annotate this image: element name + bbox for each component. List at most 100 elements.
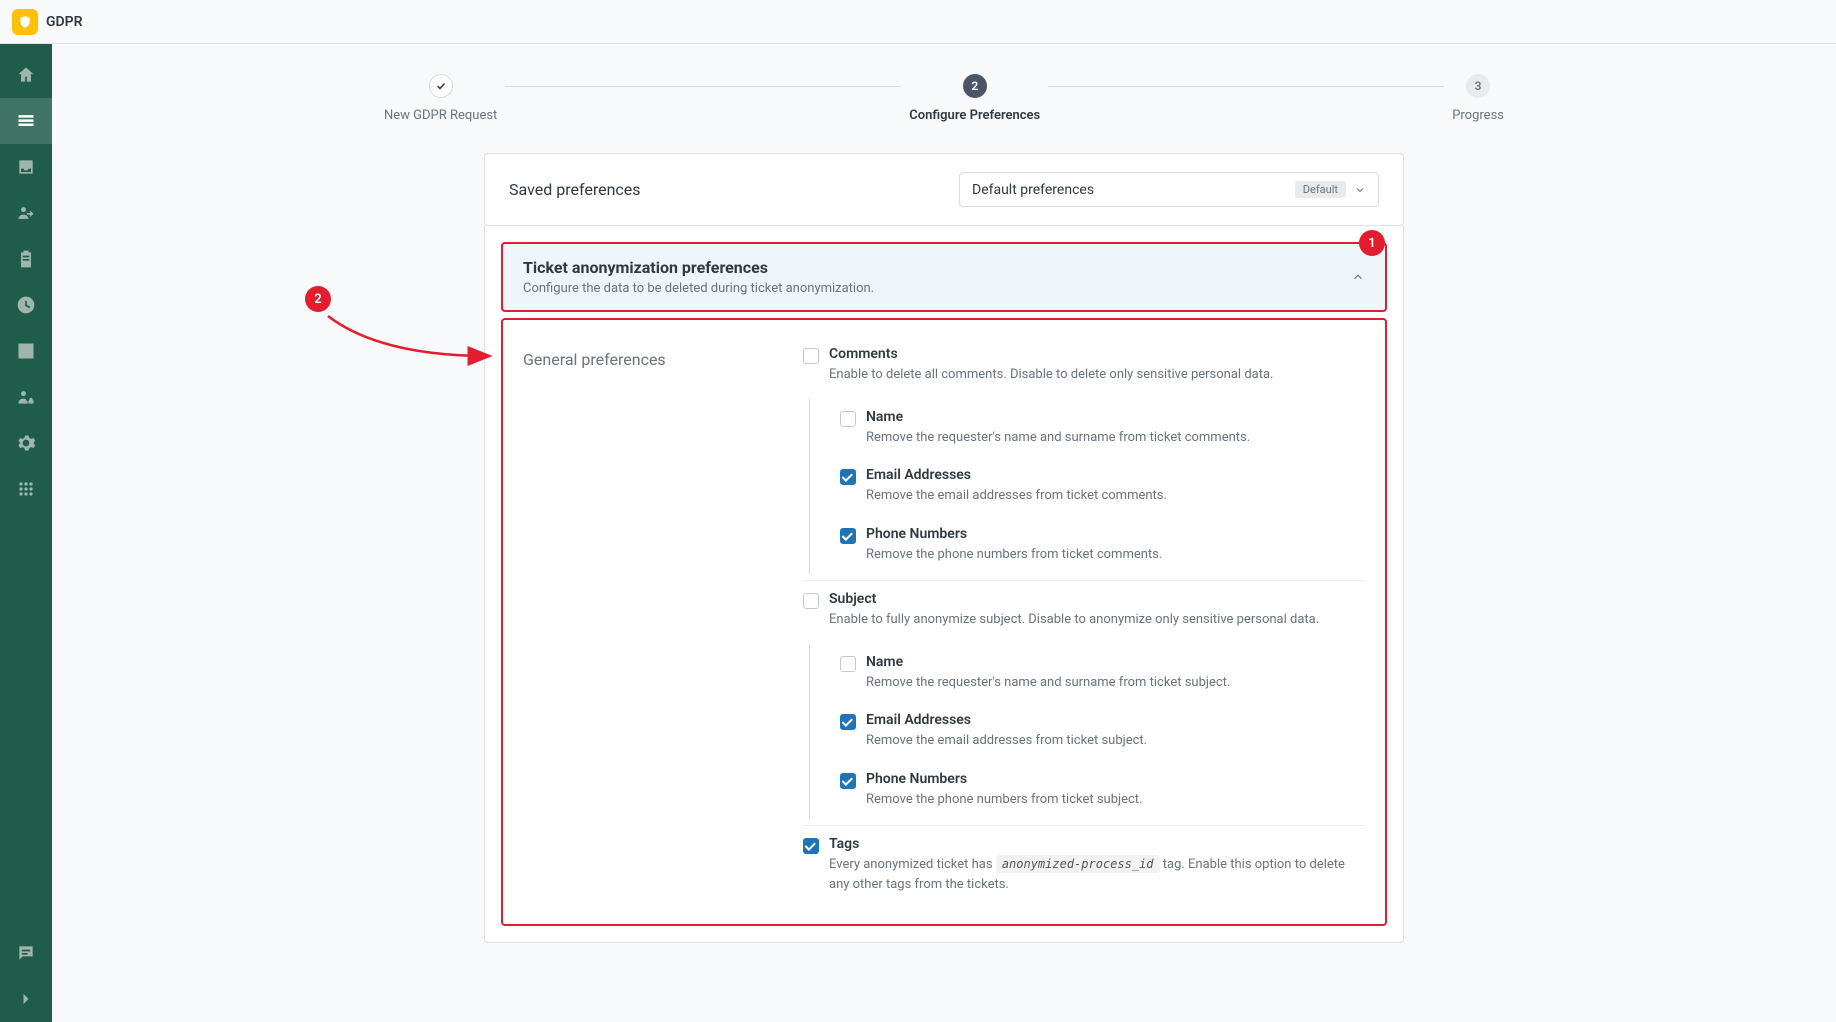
pref-subject-label: Subject <box>829 591 1365 607</box>
desc: Remove the requester's name and surname … <box>866 673 1365 693</box>
sidebar <box>0 44 52 1022</box>
desc: Remove the phone numbers from ticket com… <box>866 545 1365 565</box>
grid-icon <box>16 479 36 499</box>
general-prefs-title: General preferences <box>523 350 763 369</box>
pref-comments-phone: Phone Numbers Remove the phone numbers f… <box>840 516 1365 575</box>
tags-code: anonymized-process_id <box>996 855 1160 873</box>
pref-comments-name: Name Remove the requester's name and sur… <box>840 399 1365 458</box>
list-icon <box>16 111 36 131</box>
stepper: New GDPR Request 2 Configure Preferences… <box>384 64 1504 133</box>
pref-subject-phone: Phone Numbers Remove the phone numbers f… <box>840 761 1365 820</box>
checkbox-comments-email[interactable] <box>840 469 856 485</box>
default-badge: Default <box>1295 181 1346 198</box>
saved-prefs-selected: Default preferences <box>972 182 1295 198</box>
clock-icon <box>16 295 36 315</box>
anonymization-section: 2 1 Ticket anonymization preferences <box>484 226 1404 943</box>
comments-sub-items: Name Remove the requester's name and sur… <box>809 399 1365 575</box>
clipboard-icon <box>16 249 36 269</box>
step-1-circle <box>429 74 453 98</box>
accordion-header[interactable]: 1 Ticket anonymization preferences Confi… <box>501 242 1387 312</box>
pref-tags-desc: Every anonymized ticket has anonymized-p… <box>829 855 1365 894</box>
sidebar-settings[interactable] <box>0 420 52 466</box>
sidebar-collapse[interactable] <box>0 976 52 1022</box>
pref-comments: Comments Enable to delete all comments. … <box>803 336 1365 395</box>
tags-desc-pre: Every anonymized ticket has <box>829 857 996 872</box>
user-lock-icon <box>16 387 36 407</box>
sidebar-clipboard[interactable] <box>0 236 52 282</box>
step-2[interactable]: 2 Configure Preferences <box>909 74 1040 123</box>
step-1[interactable]: New GDPR Request <box>384 74 497 123</box>
sidebar-home[interactable] <box>0 52 52 98</box>
checkbox-comments-phone[interactable] <box>840 528 856 544</box>
app-title: GDPR <box>46 14 83 30</box>
step-2-label: Configure Preferences <box>909 108 1040 123</box>
accordion-subtitle: Configure the data to be deleted during … <box>523 281 874 296</box>
gear-icon <box>16 433 36 453</box>
prefs-body: General preferences Comments Enable to d… <box>501 318 1387 926</box>
chevron-down-icon <box>1354 184 1366 196</box>
sidebar-inbox[interactable] <box>0 144 52 190</box>
home-icon <box>16 65 36 85</box>
pref-tags: Tags Every anonymized ticket has anonymi… <box>803 825 1365 904</box>
check-icon <box>435 80 447 92</box>
pref-subject-name: Name Remove the requester's name and sur… <box>840 644 1365 703</box>
sidebar-clock[interactable] <box>0 282 52 328</box>
chart-icon <box>16 341 36 361</box>
shield-icon <box>18 15 32 29</box>
sidebar-users[interactable] <box>0 190 52 236</box>
checkbox-subject-phone[interactable] <box>840 773 856 789</box>
sidebar-views[interactable] <box>0 98 52 144</box>
step-3-label: Progress <box>1452 108 1504 123</box>
checkbox-subject-email[interactable] <box>840 714 856 730</box>
pref-subject-desc: Enable to fully anonymize subject. Disab… <box>829 610 1365 630</box>
pref-tags-label: Tags <box>829 836 1365 852</box>
saved-prefs-card: Saved preferences Default preferences De… <box>484 153 1404 226</box>
general-prefs-left: General preferences <box>523 336 763 904</box>
general-prefs-right: Comments Enable to delete all comments. … <box>803 336 1365 904</box>
app-header: GDPR <box>0 0 1836 44</box>
step-1-label: New GDPR Request <box>384 108 497 123</box>
callout-badge-2: 2 <box>305 286 331 312</box>
checkbox-tags[interactable] <box>803 838 819 854</box>
inbox-icon <box>16 157 36 177</box>
step-3-circle: 3 <box>1466 74 1490 98</box>
pref-comments-desc: Enable to delete all comments. Disable t… <box>829 365 1365 385</box>
saved-prefs-title: Saved preferences <box>509 180 641 199</box>
step-line <box>1048 86 1444 87</box>
callout-badge-1: 1 <box>1359 230 1385 256</box>
chat-icon <box>16 943 36 963</box>
sidebar-lock[interactable] <box>0 374 52 420</box>
step-line <box>505 86 901 87</box>
desc: Remove the phone numbers from ticket sub… <box>866 790 1365 810</box>
desc: Remove the requester's name and surname … <box>866 428 1365 448</box>
pref-subject: Subject Enable to fully anonymize subjec… <box>803 580 1365 640</box>
label: Phone Numbers <box>866 526 1365 542</box>
label: Name <box>866 654 1365 670</box>
user-arrow-icon <box>16 203 36 223</box>
step-3[interactable]: 3 Progress <box>1452 74 1504 123</box>
pref-subject-email: Email Addresses Remove the email address… <box>840 702 1365 761</box>
desc: Remove the email addresses from ticket s… <box>866 731 1365 751</box>
checkbox-comments[interactable] <box>803 348 819 364</box>
sidebar-apps[interactable] <box>0 466 52 512</box>
saved-prefs-dropdown[interactable]: Default preferences Default <box>959 172 1379 207</box>
arrow-annotation <box>310 296 505 376</box>
pref-comments-label: Comments <box>829 346 1365 362</box>
step-2-circle: 2 <box>963 74 987 98</box>
app-logo <box>12 9 38 35</box>
chevron-up-icon <box>1351 270 1365 284</box>
subject-sub-items: Name Remove the requester's name and sur… <box>809 644 1365 820</box>
label: Email Addresses <box>866 467 1365 483</box>
label: Phone Numbers <box>866 771 1365 787</box>
pref-comments-email: Email Addresses Remove the email address… <box>840 457 1365 516</box>
sidebar-chat[interactable] <box>0 930 52 976</box>
checkbox-comments-name[interactable] <box>840 411 856 427</box>
desc: Remove the email addresses from ticket c… <box>866 486 1365 506</box>
accordion-title: Ticket anonymization preferences <box>523 258 874 277</box>
checkbox-subject-name[interactable] <box>840 656 856 672</box>
chevron-right-icon <box>16 989 36 1009</box>
label: Name <box>866 409 1365 425</box>
checkbox-subject[interactable] <box>803 593 819 609</box>
sidebar-analytics[interactable] <box>0 328 52 374</box>
label: Email Addresses <box>866 712 1365 728</box>
